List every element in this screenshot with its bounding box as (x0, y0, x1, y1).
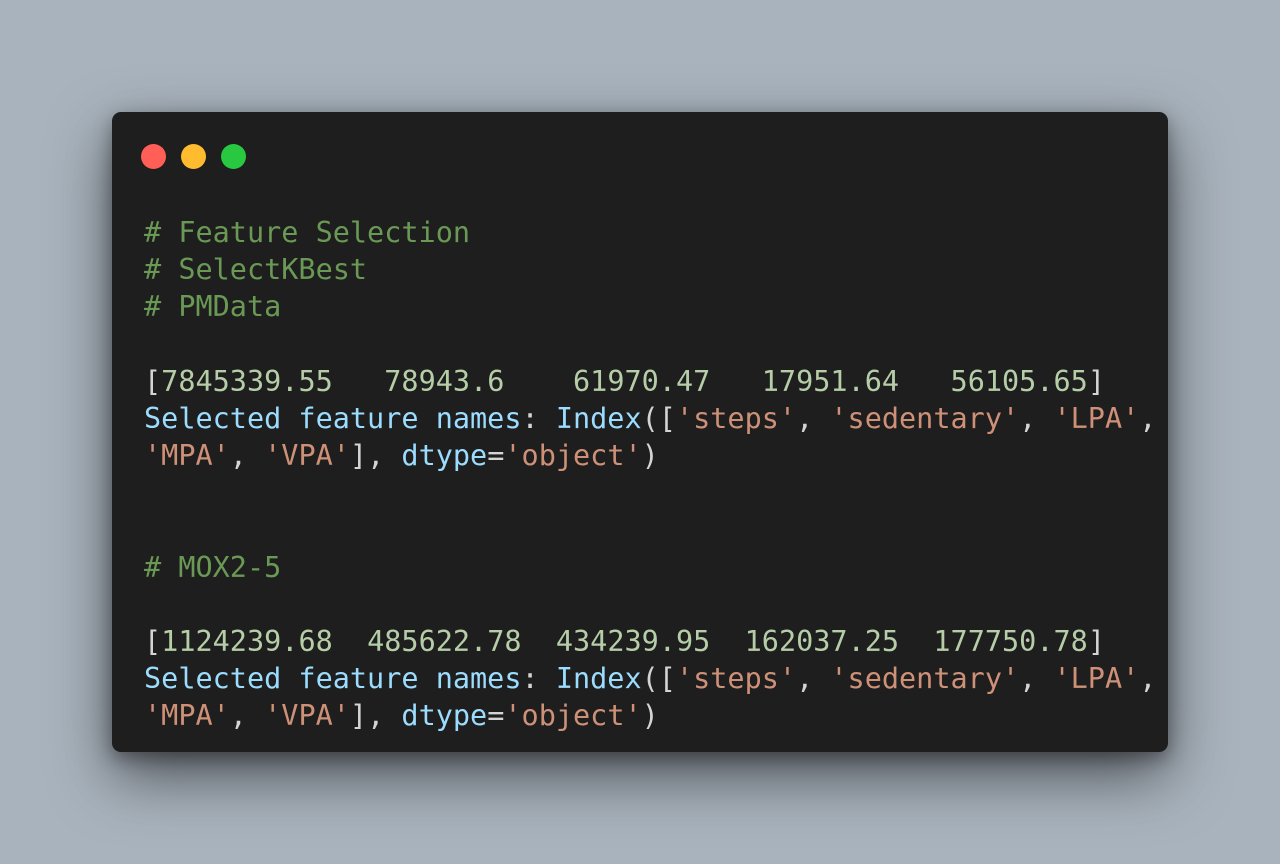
score-value: 162037.25 (744, 625, 900, 659)
separator: , (1019, 401, 1054, 435)
code-line: # MOX2-5 (144, 549, 1156, 586)
feature-string: 'VPA' (264, 439, 350, 473)
maximize-dot-icon[interactable] (221, 144, 246, 169)
bracket: [ (144, 364, 162, 398)
bracket: ) (641, 439, 659, 473)
code-line: # PMData (144, 288, 1156, 325)
colon: : (521, 401, 556, 435)
bracket: ) (641, 699, 659, 733)
comment: # MOX2-5 (144, 550, 282, 584)
score-value: 1124239.68 (161, 625, 333, 659)
dtype-key: dtype (401, 439, 488, 473)
dtype-value: 'object' (504, 699, 642, 733)
bracket: ] (1087, 625, 1105, 659)
score-value: 61970.47 (573, 364, 711, 398)
bracket: ] (1087, 364, 1105, 398)
code-block: # Feature Selection # SelectKBest # PMData… (144, 214, 1156, 735)
equals: = (487, 439, 505, 473)
comment: # SelectKBest (144, 253, 368, 287)
bracket: ], (349, 699, 402, 733)
separator: , (796, 401, 831, 435)
separator: , (1019, 662, 1054, 696)
score-value: 434239.95 (555, 625, 711, 659)
feature-string: 'LPA' (1053, 662, 1140, 696)
separator: , (1139, 401, 1157, 435)
index-func: Index (555, 401, 642, 435)
score-array: [1124239.68 485622.78 434239.95 162037.2… (144, 623, 1156, 660)
separator: , (229, 439, 265, 473)
score-value: 485622.78 (367, 625, 522, 659)
feature-names-line: Selected feature names: Index(['steps', … (144, 400, 1156, 437)
feature-string: 'sedentary' (830, 401, 1020, 435)
comment: # PMData (144, 290, 282, 324)
feature-names-line: Selected feature names: Index(['steps', … (144, 660, 1156, 697)
colon: : (521, 662, 556, 696)
feature-string: 'VPA' (264, 699, 350, 733)
feature-string: 'MPA' (144, 439, 230, 473)
score-value: 177750.78 (933, 625, 1088, 659)
code-line: # SelectKBest (144, 251, 1156, 288)
dtype-value: 'object' (504, 439, 642, 473)
bracket: [ (144, 625, 162, 659)
dtype-key: dtype (401, 699, 488, 733)
label: Selected feature names (144, 401, 522, 435)
feature-string: 'sedentary' (830, 662, 1020, 696)
label: Selected feature names (144, 662, 522, 696)
feature-string: 'MPA' (144, 699, 230, 733)
minimize-dot-icon[interactable] (181, 144, 206, 169)
bracket: ([ (641, 662, 676, 696)
feature-string: 'steps' (675, 401, 797, 435)
separator: , (229, 699, 265, 733)
feature-string: 'LPA' (1053, 401, 1140, 435)
index-func: Index (555, 662, 642, 696)
score-value: 56105.65 (950, 364, 1088, 398)
feature-names-line: 'MPA', 'VPA'], dtype='object') (144, 437, 1156, 474)
equals: = (487, 699, 505, 733)
code-line: # Feature Selection (144, 214, 1156, 251)
code-window: # Feature Selection # SelectKBest # PMData… (112, 112, 1168, 752)
separator: , (796, 662, 831, 696)
score-array: [7845339.55 78943.6 61970.47 17951.64 56… (144, 363, 1156, 400)
score-value: 17951.64 (761, 364, 900, 398)
score-value: 78943.6 (384, 364, 505, 398)
score-value: 7845339.55 (161, 364, 333, 398)
comment: # Feature Selection (144, 216, 471, 249)
feature-names-line: 'MPA', 'VPA'], dtype='object') (144, 697, 1156, 734)
close-dot-icon[interactable] (141, 144, 166, 169)
separator: , (1139, 662, 1157, 696)
feature-string: 'steps' (675, 662, 797, 696)
bracket: ([ (641, 401, 676, 435)
bracket: ], (349, 439, 402, 473)
